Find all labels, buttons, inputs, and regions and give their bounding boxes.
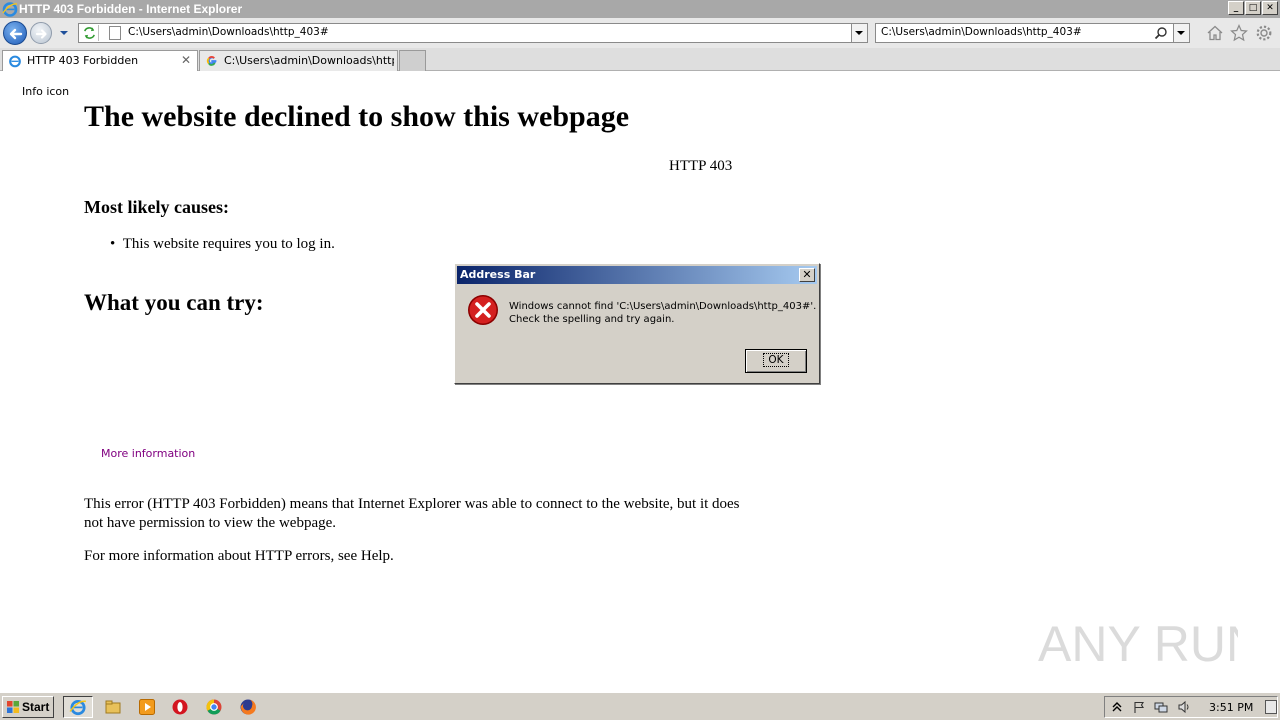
forward-arrow-icon bbox=[35, 29, 47, 39]
ie-page-icon bbox=[9, 55, 21, 68]
more-information-link[interactable]: More information bbox=[101, 447, 195, 460]
help-text: For more information about HTTP errors, … bbox=[84, 548, 394, 564]
taskbar-internet-explorer[interactable] bbox=[63, 696, 93, 718]
close-window-button[interactable]: ✕ bbox=[1262, 1, 1278, 15]
minimize-button[interactable]: _ bbox=[1228, 1, 1244, 15]
back-arrow-icon bbox=[9, 28, 23, 40]
new-tab-button[interactable] bbox=[399, 50, 426, 71]
cause-text: This website requires you to log in. bbox=[122, 236, 335, 252]
chrome-icon[interactable] bbox=[205, 698, 223, 716]
http-status-code: HTTP 403 bbox=[669, 158, 733, 174]
file-explorer-icon[interactable] bbox=[104, 698, 122, 716]
back-button[interactable] bbox=[3, 21, 27, 45]
address-bar[interactable]: C:\Users\admin\Downloads\http_403# bbox=[78, 23, 868, 43]
tab-label: HTTP 403 Forbidden bbox=[27, 54, 139, 67]
dialog-title: Address Bar bbox=[460, 268, 536, 281]
firefox-icon[interactable] bbox=[239, 698, 257, 716]
forward-button[interactable] bbox=[30, 22, 52, 44]
close-tab-icon[interactable]: ✕ bbox=[181, 53, 191, 67]
window-title: HTTP 403 Forbidden - Internet Explorer bbox=[19, 2, 243, 16]
start-button[interactable]: Start bbox=[2, 696, 54, 718]
tab-label: C:\Users\admin\Downloads\http... bbox=[224, 54, 394, 67]
system-tray: 3:51 PM bbox=[1104, 696, 1278, 718]
address-input[interactable]: C:\Users\admin\Downloads\http_403# bbox=[128, 26, 329, 38]
restore-button[interactable]: □ bbox=[1245, 1, 1261, 15]
windows-flag-icon bbox=[7, 701, 19, 713]
home-icon[interactable] bbox=[1206, 24, 1224, 42]
bullet-glyph: • bbox=[110, 236, 123, 252]
network-icon[interactable] bbox=[1154, 700, 1168, 714]
cause-list-item: • This website requires you to log in. bbox=[110, 236, 335, 253]
clock[interactable]: 3:51 PM bbox=[1209, 701, 1253, 714]
anyrun-watermark-logo: ANY RUN bbox=[1038, 616, 1238, 672]
error-explanation: This error (HTTP 403 Forbidden) means th… bbox=[84, 496, 740, 531]
search-box[interactable]: C:\Users\admin\Downloads\http_403# bbox=[875, 23, 1190, 43]
recent-pages-dropdown-icon[interactable] bbox=[58, 27, 70, 39]
volume-icon[interactable] bbox=[1177, 700, 1191, 714]
navigation-bar: C:\Users\admin\Downloads\http_403# C:\Us… bbox=[0, 18, 1280, 48]
search-icon[interactable] bbox=[1154, 26, 1168, 40]
chevron-down-icon bbox=[855, 31, 863, 35]
tab-http-403-forbidden[interactable]: HTTP 403 Forbidden ✕ bbox=[2, 50, 198, 71]
watermark-text: ANY RUN bbox=[1038, 616, 1238, 672]
ok-button-label: OK bbox=[763, 353, 789, 367]
internet-explorer-icon bbox=[69, 700, 86, 716]
window-title-bar[interactable]: HTTP 403 Forbidden - Internet Explorer _… bbox=[0, 0, 1280, 18]
ok-button[interactable]: OK bbox=[745, 349, 807, 373]
show-desktop-button[interactable] bbox=[1265, 700, 1277, 714]
error-icon bbox=[468, 295, 498, 325]
action-center-flag-icon[interactable] bbox=[1132, 700, 1146, 714]
page-icon bbox=[109, 26, 121, 40]
internet-explorer-icon bbox=[2, 2, 18, 17]
page-heading: The website declined to show this webpag… bbox=[84, 100, 630, 133]
google-icon bbox=[206, 56, 217, 66]
media-player-icon[interactable] bbox=[138, 698, 156, 716]
show-hidden-icons-icon[interactable] bbox=[1110, 700, 1124, 714]
search-dropdown-button[interactable] bbox=[1173, 24, 1189, 42]
tab-bar: HTTP 403 Forbidden ✕ C:\Users\admin\Down… bbox=[0, 48, 1280, 71]
dialog-message-line: Windows cannot find 'C:\Users\admin\Down… bbox=[509, 301, 817, 312]
start-label: Start bbox=[22, 700, 50, 714]
search-input[interactable]: C:\Users\admin\Downloads\http_403# bbox=[881, 26, 1082, 38]
opera-icon[interactable] bbox=[171, 698, 189, 716]
taskbar: Start 3:51 PM bbox=[0, 692, 1280, 720]
gear-icon[interactable] bbox=[1255, 24, 1273, 42]
info-icon: Info icon bbox=[22, 85, 70, 98]
favorites-star-icon[interactable] bbox=[1230, 24, 1248, 42]
address-dropdown-button[interactable] bbox=[851, 24, 867, 42]
dialog-message-line: Check the spelling and try again. bbox=[509, 314, 675, 325]
dialog-message: Windows cannot find 'C:\Users\admin\Down… bbox=[509, 300, 816, 326]
tab-downloads-http[interactable]: C:\Users\admin\Downloads\http... bbox=[199, 50, 398, 71]
try-heading: What you can try: bbox=[84, 290, 264, 315]
chevron-down-icon bbox=[1177, 31, 1185, 35]
compatibility-refresh-icon[interactable] bbox=[81, 25, 99, 41]
dialog-title-bar[interactable]: Address Bar ✕ bbox=[457, 266, 817, 284]
dialog-close-button[interactable]: ✕ bbox=[799, 268, 815, 282]
causes-heading: Most likely causes: bbox=[84, 197, 229, 217]
address-bar-error-dialog: Address Bar ✕ Windows cannot find 'C:\Us… bbox=[454, 263, 820, 384]
